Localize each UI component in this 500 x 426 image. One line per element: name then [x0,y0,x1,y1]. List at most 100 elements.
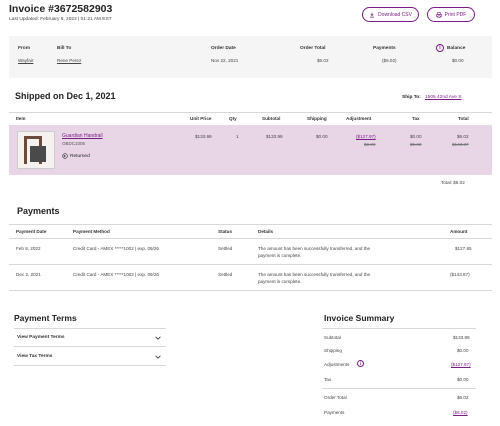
divider [14,346,166,347]
item-adjustment-old: $0.00 [364,142,376,147]
ship-to-label: Ship To: [402,95,421,100]
col-adjustment: Adjustment [346,116,372,121]
balance-info-icon[interactable]: i [436,44,444,52]
product-thumbnail[interactable] [17,131,55,169]
col-unit-price: Unit Price [190,116,212,121]
item-total: $6.02 [457,134,469,139]
payment-details-line2: payment is complete. [258,279,302,284]
print-pdf-button[interactable]: Print PDF [427,7,475,22]
payments-value: ($6.02) [382,58,397,63]
item-tax: $0.00 [410,134,422,139]
payments-heading: Payments [17,206,60,216]
divider [9,224,492,225]
order-date-label: Order Date [211,46,236,51]
col-payment-method: Payment Method [73,229,110,234]
col-item: Item [16,116,26,121]
summary-payments-link[interactable]: ($6.02) [453,410,468,415]
summary-order-total-value: $6.02 [457,395,469,400]
item-shipping: $0.00 [316,134,328,139]
adjustments-info-icon[interactable]: i [357,360,364,367]
summary-tax-label: Tax [324,377,332,382]
item-qty: 1 [236,134,239,139]
download-csv-label: Download CSV [378,11,412,18]
item-subtotal: $133.99 [266,134,283,139]
col-details: Details [258,229,274,234]
view-payment-terms-toggle[interactable]: View Payment Terms [14,331,166,345]
download-csv-button[interactable]: Download CSV [362,7,419,22]
order-total-value: $6.02 [317,58,329,63]
balance-value: $0.00 [452,58,464,63]
col-amount: Amount [450,229,468,234]
divider [9,290,492,291]
payment-status: Settled [218,246,233,251]
col-subtotal: Subtotal [262,116,281,121]
invoice-summary-heading: Invoice Summary [324,313,395,323]
bill-to-label: Bill To [57,46,72,51]
item-name-link[interactable]: Guardian Handrail [62,133,103,139]
col-tax: Tax [412,116,420,121]
payment-method: Credit Card - AMEX *****1002 | exp. 09/2… [73,272,159,277]
col-total: Total [458,116,469,121]
item-unit-price: $133.99 [195,134,212,139]
divider [14,365,166,366]
print-pdf-label: Print PDF [444,11,467,18]
payment-date: Dec 2, 2021 [16,272,41,277]
item-status: Returned [62,153,90,159]
item-status-label: Returned [70,153,90,159]
payments-label: Payments [373,46,396,51]
payment-amount: $127.85 [455,246,472,251]
printer-icon [435,11,442,18]
chevron-down-icon [155,355,161,359]
from-link[interactable]: Wayfair [18,58,33,63]
col-status: Status [218,229,233,234]
product-image [18,132,54,168]
divider [9,238,492,239]
order-total-label: Order Total [300,46,326,51]
view-payment-terms-label: View Payment Terms [17,335,65,340]
payment-terms-heading: Payment Terms [14,313,77,323]
divider [322,388,476,389]
summary-adjustments-label: Adjustments [324,362,350,367]
payment-amount: ($143.87) [450,272,470,277]
bill-to-link[interactable]: Rene Perez [57,58,81,63]
view-tax-terms-toggle[interactable]: View Tax Terms [14,350,166,364]
last-updated: Last Updated: February 8, 2022 | 01:21 A… [9,17,112,22]
col-qty: Qty [229,116,237,121]
col-shipping: Shipping [307,116,327,121]
summary-subtotal-value: $133.99 [453,335,470,340]
payment-method: Credit Card - AMEX *****1002 | exp. 09/2… [73,246,159,251]
item-adjustment-link[interactable]: ($127.97) [356,134,376,139]
return-icon [62,153,68,159]
summary-order-total-label: Order Total [324,395,347,400]
payment-details-line2: payment is complete. [258,253,302,258]
col-payment-date: Payment Date [16,229,47,234]
item-sku: OBDC1005 [62,141,86,146]
summary-shipping-value: $0.00 [457,348,469,353]
payment-details: The amount has been successfully transfe… [258,246,371,251]
order-date-value: Nov 22, 2021 [211,58,239,63]
summary-payments-label: Payments [324,410,345,415]
divider [322,328,476,329]
from-label: From [18,46,30,51]
divider [9,112,492,113]
item-total-old: $143.87 [452,142,469,147]
shipment-total: Total: $6.02 [441,180,465,185]
shipment-heading: Shipped on Dec 1, 2021 [15,91,116,101]
summary-tax-value: $0.00 [457,377,469,382]
payment-details: The amount has been successfully transfe… [258,272,371,277]
chevron-down-icon [155,336,161,340]
divider [14,328,166,329]
ship-to-link[interactable]: 1505 42nd Ave S [425,95,461,100]
invoice-title: Invoice #3672582903 [9,3,113,15]
balance-label: Balance [447,46,466,51]
view-tax-terms-label: View Tax Terms [17,354,53,359]
download-icon [369,12,375,17]
summary-subtotal-label: Subtotal [324,335,341,340]
summary-shipping-label: Shipping [324,348,342,353]
summary-adjustments-link[interactable]: ($127.97) [451,362,471,367]
item-tax-old: $9.88 [410,142,422,147]
divider [9,264,492,265]
payment-status: Settled [218,272,233,277]
payment-date: Feb 8, 2022 [16,246,41,251]
invoice-summary-bar [9,36,492,78]
